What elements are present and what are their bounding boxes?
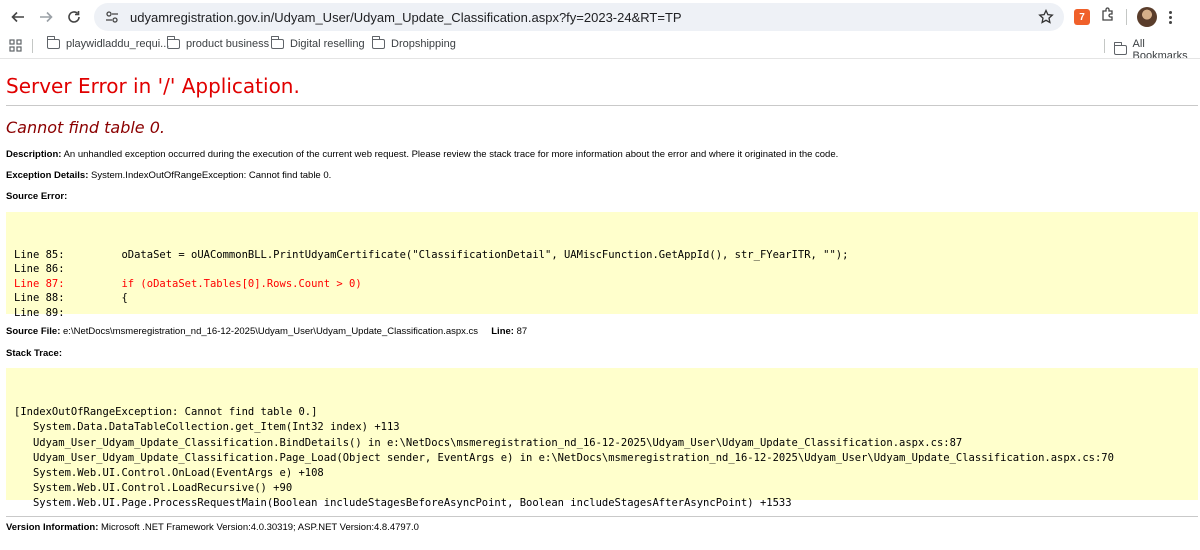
stack-trace-label: Stack Trace: [6, 348, 62, 359]
source-line: Line 86: [14, 263, 65, 276]
back-button[interactable] [4, 3, 32, 31]
stack-line: Udyam_User_Udyam_Update_Classification.B… [14, 436, 963, 449]
page-title: Server Error in '/' Application. [6, 74, 300, 98]
toolbar-divider [1126, 9, 1127, 25]
stack-trace-box: [IndexOutOfRangeException: Cannot find t… [6, 368, 1198, 509]
line-label: Line: [491, 326, 514, 337]
stack-line: System.Web.UI.Control.OnLoad(EventArgs e… [14, 467, 324, 480]
version-rule [6, 516, 1198, 517]
exception-text: System.IndexOutOfRangeException: Cannot … [91, 170, 332, 181]
source-error-box: Line 85: oDataSet = oUACommonBLL.PrintUd… [6, 212, 1198, 319]
bookmark-label: product business [186, 38, 270, 50]
bookmark-folder-4[interactable]: Dropshipping [371, 36, 456, 50]
description-line: Description: An unhandled exception occu… [6, 149, 838, 160]
back-arrow-icon [11, 11, 24, 23]
version-text: Microsoft .NET Framework Version:4.0.303… [101, 522, 419, 533]
stack-line: System.Web.UI.Page.ProcessRequestMain(Bo… [14, 497, 792, 510]
title-rule [6, 105, 1198, 106]
stack-trace-heading: Stack Trace: [6, 348, 62, 359]
folder-icon [270, 36, 284, 49]
extension-area: 7 [1074, 4, 1172, 30]
bookmark-folder-3[interactable]: Digital reselling [270, 36, 365, 50]
bookmark-label: playwidladdu_requi... [66, 38, 170, 50]
exception-label: Exception Details: [6, 170, 89, 181]
bookmark-divider [32, 39, 33, 53]
stack-line: Udyam_User_Udyam_Update_Classification.P… [14, 451, 1114, 464]
folder-icon [371, 36, 385, 49]
version-label: Version Information: [6, 522, 99, 533]
exception-line: Exception Details: System.IndexOutOfRang… [6, 170, 331, 181]
bookmark-folder-2[interactable]: product business [166, 36, 270, 50]
source-file-line: Source File: e:\NetDocs\msmeregistration… [6, 326, 527, 337]
extensions-puzzle-icon[interactable] [1100, 6, 1116, 28]
description-text: An unhandled exception occurred during t… [63, 149, 839, 160]
bookmarks-bar: playwidladdu_requi... product business D… [0, 34, 1200, 62]
source-error-heading: Source Error: [6, 191, 67, 202]
apps-grid-icon[interactable] [9, 39, 22, 55]
reload-icon [68, 11, 80, 23]
folder-icon [166, 36, 180, 49]
stack-line: [IndexOutOfRangeException: Cannot find t… [14, 406, 318, 419]
source-line: Line 89: [14, 306, 65, 319]
chrome-separator [0, 58, 1200, 59]
address-bar[interactable]: udyamregistration.gov.in/Udyam_User/Udya… [94, 3, 1064, 31]
bookmark-label: Digital reselling [290, 38, 365, 50]
bookmark-star-icon[interactable] [1038, 8, 1054, 30]
source-error-label: Source Error: [6, 191, 68, 202]
forward-button[interactable] [32, 3, 60, 31]
url-text: udyamregistration.gov.in/Udyam_User/Udya… [130, 9, 682, 25]
site-settings-icon[interactable] [104, 9, 120, 25]
stack-line: System.Web.UI.Control.LoadRecursive() +9… [14, 482, 293, 495]
kebab-menu-icon[interactable] [1169, 10, 1172, 24]
source-file-label: Source File: [6, 326, 61, 337]
source-file-path: e:\NetDocs\msmeregistration_nd_16-12-202… [63, 326, 479, 337]
reload-button[interactable] [60, 3, 88, 31]
profile-avatar[interactable] [1137, 7, 1157, 27]
forward-arrow-icon [40, 11, 53, 23]
bookmark-divider [1104, 39, 1105, 53]
line-number: 87 [516, 326, 528, 337]
description-label: Description: [6, 149, 62, 160]
stack-line: System.Data.DataTableCollection.get_Item… [14, 421, 400, 434]
bookmark-folder-1[interactable]: playwidladdu_requi... [46, 36, 170, 50]
version-line: Version Information: Microsoft .NET Fram… [6, 522, 419, 533]
extension-icon[interactable]: 7 [1074, 9, 1090, 25]
source-line: Line 88: { [14, 292, 128, 305]
source-line: Line 85: oDataSet = oUACommonBLL.PrintUd… [14, 248, 849, 261]
source-line-highlighted: Line 87: if (oDataSet.Tables[0].Rows.Cou… [14, 277, 362, 290]
folder-icon [1113, 42, 1127, 55]
bookmark-label: Dropshipping [391, 38, 456, 50]
error-message: Cannot find table 0. [6, 118, 165, 137]
browser-toolbar: udyamregistration.gov.in/Udyam_User/Udya… [0, 0, 1200, 34]
folder-icon [46, 36, 60, 49]
